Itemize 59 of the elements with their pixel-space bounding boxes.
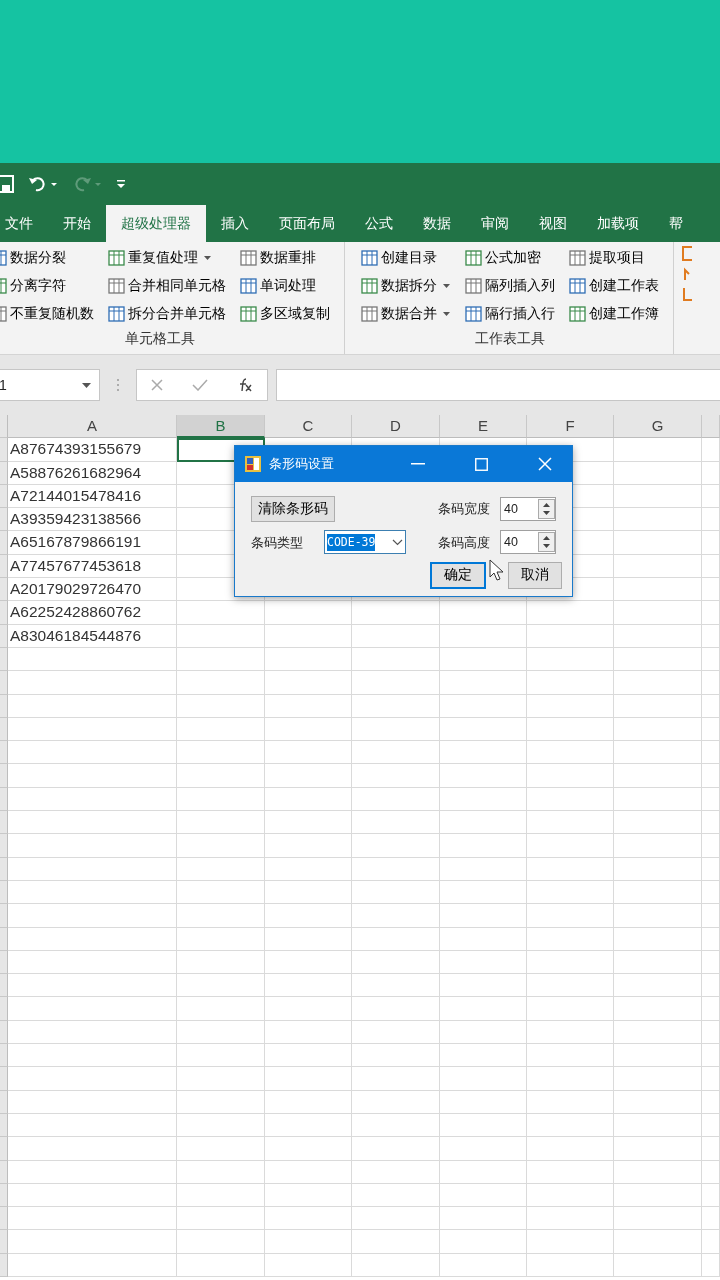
cell-reference: 1 bbox=[0, 375, 7, 395]
name-box[interactable]: 1 bbox=[0, 369, 100, 401]
ribbon-button[interactable]: 合并相同单元格 bbox=[106, 274, 228, 298]
ribbon-tab[interactable]: 公式 bbox=[350, 205, 408, 242]
ribbon-tab[interactable]: 数据 bbox=[408, 205, 466, 242]
clear-button[interactable]: 清除条形码 bbox=[251, 496, 335, 523]
ribbon-tab[interactable]: 加载项 bbox=[582, 205, 654, 242]
ribbon-button[interactable]: 数据合并 bbox=[359, 302, 453, 326]
column-header[interactable]: G bbox=[614, 415, 702, 439]
field-label: 条码高度 bbox=[438, 533, 490, 552]
group-label: 单元格工具 bbox=[124, 330, 196, 348]
table-cell: A72144015478416 bbox=[8, 484, 177, 509]
table-cell: A83046184544876 bbox=[8, 624, 177, 648]
column-header[interactable]: F bbox=[527, 415, 614, 439]
ribbon-button[interactable]: 创建目录 bbox=[359, 246, 453, 270]
cancel-button[interactable]: 取消 bbox=[508, 562, 562, 589]
column-header[interactable]: C bbox=[265, 415, 352, 439]
table-cell: A20179029726470 bbox=[8, 578, 177, 602]
ribbon-button[interactable]: 多区域复制 bbox=[238, 302, 332, 326]
table-cell: A77457677453618 bbox=[8, 554, 177, 579]
ribbon-button[interactable]: 数据拆分 bbox=[359, 274, 453, 298]
ribbon-button[interactable]: 创建工作表 bbox=[567, 274, 661, 298]
group-label: 工作表工具 bbox=[474, 330, 546, 348]
field-label: 条码宽度 bbox=[438, 500, 490, 519]
field-label: 条码类型 bbox=[251, 533, 304, 552]
ribbon-tab[interactable]: 超级处理器 bbox=[106, 205, 206, 242]
ribbon-button[interactable]: 创建工作簿 bbox=[567, 302, 661, 326]
ribbon-button[interactable]: 数据重排 bbox=[238, 246, 332, 270]
ribbon-button[interactable]: 提取项目 bbox=[567, 246, 661, 270]
ribbon-tab[interactable]: 帮 bbox=[654, 205, 698, 242]
table-cell: A58876261682964 bbox=[8, 461, 177, 485]
table-cell: A65167879866191 bbox=[8, 531, 177, 555]
column-header[interactable]: A bbox=[8, 415, 177, 439]
number-field[interactable]: 40 bbox=[500, 530, 556, 555]
table-cell: A39359423138566 bbox=[8, 508, 177, 532]
number-field[interactable]: 40 bbox=[500, 497, 556, 522]
column-header[interactable]: D bbox=[352, 415, 440, 439]
ribbon-tab[interactable]: 审阅 bbox=[466, 205, 524, 242]
ribbon-tab[interactable]: 开始 bbox=[48, 205, 106, 242]
ribbon-tab[interactable]: 插入 bbox=[206, 205, 264, 242]
ribbon-button[interactable]: 不重复随机数 bbox=[0, 302, 96, 326]
type-dropdown[interactable]: CODE-39 bbox=[324, 530, 406, 555]
dialog-title: 条形码设置 bbox=[269, 455, 334, 474]
ribbon-button[interactable]: 数据分裂 bbox=[0, 246, 96, 270]
table-cell: A62252428860762 bbox=[8, 601, 177, 625]
ribbon-button[interactable]: 单词处理 bbox=[238, 274, 332, 298]
ribbon-tab[interactable]: 页面布局 bbox=[264, 205, 350, 242]
ribbon-button[interactable]: 公式加密 bbox=[463, 246, 557, 270]
ribbon-button[interactable]: 隔列插入列 bbox=[463, 274, 557, 298]
ribbon-button[interactable]: 隔行插入行 bbox=[463, 302, 557, 326]
ribbon-button[interactable]: 分离字符 bbox=[0, 274, 96, 298]
table-cell: A87674393155679 bbox=[8, 438, 177, 462]
column-header[interactable]: B bbox=[177, 415, 265, 439]
ribbon-button[interactable]: 重复值处理 bbox=[106, 246, 228, 270]
ribbon-tab[interactable]: 文件 bbox=[0, 205, 48, 242]
column-header[interactable]: E bbox=[440, 415, 527, 439]
ribbon-button[interactable]: 拆分合并单元格 bbox=[106, 302, 228, 326]
ribbon-tab[interactable]: 视图 bbox=[524, 205, 582, 242]
ok-button[interactable]: 确定 bbox=[430, 562, 486, 589]
